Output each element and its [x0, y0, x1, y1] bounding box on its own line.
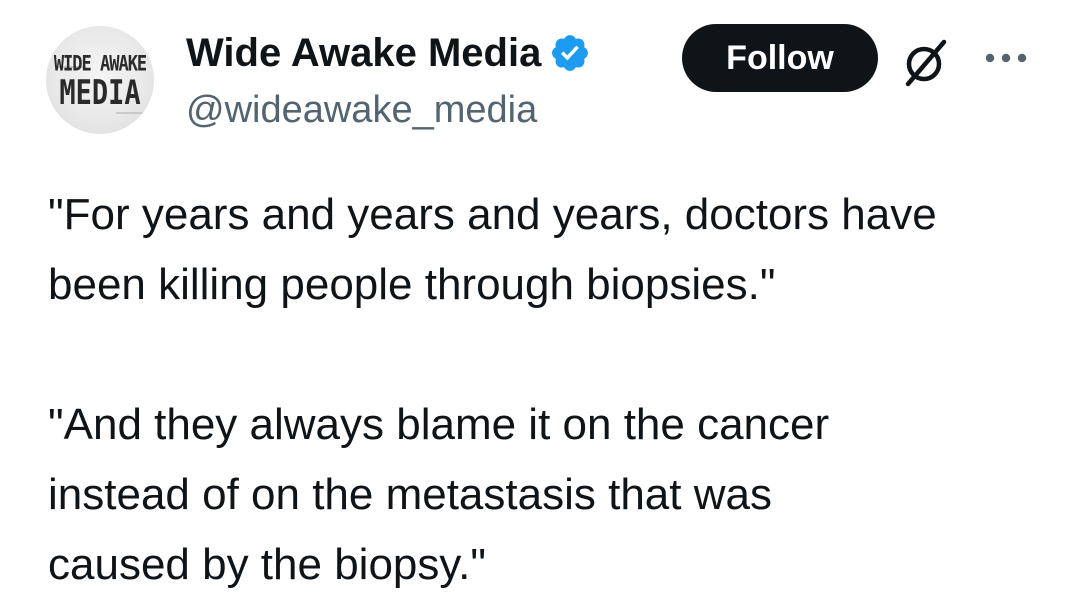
- author-name-row: Wide Awake Media: [186, 28, 591, 78]
- avatar-logo-line-1: WIDE AWAKE: [53, 51, 147, 77]
- tweet-card: WIDE AWAKE MEDIA Wide Awake Media @widea…: [0, 0, 1080, 611]
- follow-button[interactable]: Follow: [682, 24, 878, 92]
- author-handle[interactable]: @wideawake_media: [186, 86, 537, 134]
- more-options-icon[interactable]: [982, 46, 1030, 70]
- avatar[interactable]: WIDE AWAKE MEDIA: [46, 26, 154, 134]
- tweet-paragraph: "And they always blame it on the cancer …: [48, 400, 830, 589]
- tweet-text: "For years and years and years, doctors …: [48, 180, 1048, 600]
- author-display-name[interactable]: Wide Awake Media: [186, 28, 541, 78]
- tweet-paragraph: "For years and years and years, doctors …: [48, 190, 937, 309]
- verified-badge-icon: [552, 35, 589, 71]
- grok-icon[interactable]: [898, 34, 954, 90]
- avatar-logo-line-2: MEDIA: [59, 74, 141, 113]
